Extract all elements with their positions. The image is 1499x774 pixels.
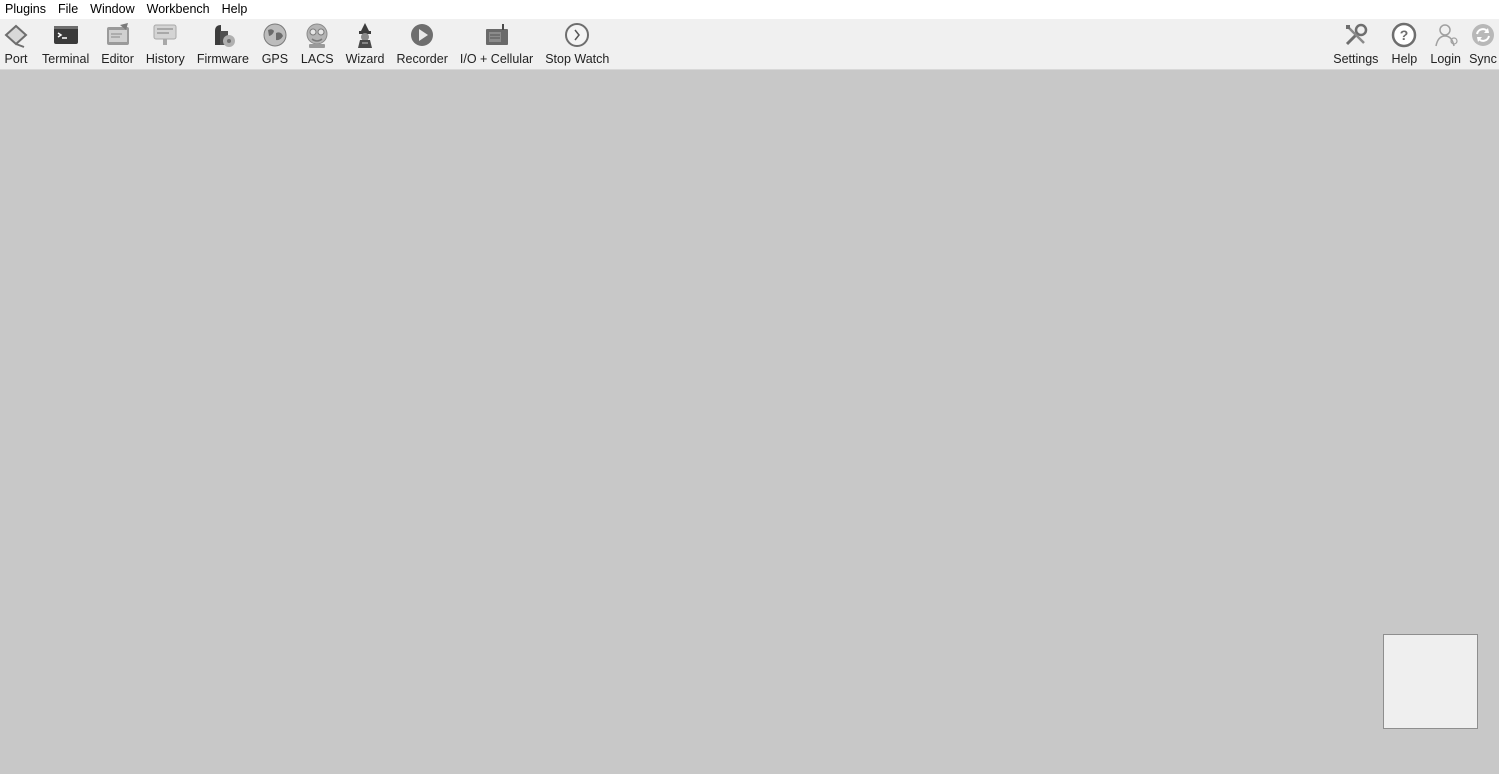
lacs-label: LACS (300, 52, 334, 66)
sync-icon (1469, 21, 1497, 49)
gps-label: GPS (261, 52, 289, 66)
history-icon (151, 21, 179, 49)
toolbar-left-group: Port Terminal Editor History Firmware GP… (0, 19, 615, 69)
terminal-button[interactable]: Terminal (36, 19, 95, 69)
help-icon: ? (1390, 21, 1418, 49)
lacs-icon (303, 21, 331, 49)
wizard-icon (351, 21, 379, 49)
login-label: Login (1430, 52, 1461, 66)
io-cellular-button[interactable]: I/O + Cellular (454, 19, 539, 69)
editor-button[interactable]: Editor (95, 19, 140, 69)
settings-label: Settings (1333, 52, 1379, 66)
recorder-label: Recorder (396, 52, 448, 66)
globe-icon (261, 21, 289, 49)
user-icon (1432, 21, 1460, 49)
menu-help[interactable]: Help (216, 0, 254, 19)
stop-watch-label: Stop Watch (545, 52, 610, 66)
menu-bar: Plugins File Window Workbench Help (0, 0, 1499, 19)
stop-watch-button[interactable]: Stop Watch (539, 19, 615, 69)
help-label: Help (1391, 52, 1418, 66)
stopwatch-icon (563, 21, 591, 49)
sync-label: Sync (1469, 52, 1497, 66)
toolbar: Port Terminal Editor History Firmware GP… (0, 19, 1499, 70)
history-button[interactable]: History (140, 19, 191, 69)
settings-icon (1342, 21, 1370, 49)
wizard-label: Wizard (345, 52, 385, 66)
settings-button[interactable]: Settings (1327, 19, 1384, 69)
workspace-area (0, 70, 1499, 774)
menu-workbench[interactable]: Workbench (141, 0, 216, 19)
io-cellular-icon (483, 21, 511, 49)
port-button[interactable]: Port (0, 19, 36, 69)
terminal-label: Terminal (42, 52, 90, 66)
editor-label: Editor (101, 52, 134, 66)
terminal-icon (52, 21, 80, 49)
lacs-button[interactable]: LACS (295, 19, 340, 69)
recorder-button[interactable]: Recorder (390, 19, 453, 69)
play-icon (408, 21, 436, 49)
history-label: History (145, 52, 185, 66)
help-button[interactable]: ? Help (1384, 19, 1424, 69)
firmware-label: Firmware (196, 52, 249, 66)
editor-icon (104, 21, 132, 49)
port-label: Port (4, 52, 28, 66)
toolbar-right-group: Settings ? Help Login Sync (1327, 19, 1499, 69)
gps-button[interactable]: GPS (255, 19, 295, 69)
wizard-button[interactable]: Wizard (340, 19, 391, 69)
svg-text:?: ? (1400, 27, 1409, 43)
menu-plugins[interactable]: Plugins (0, 0, 52, 19)
io-cellular-label: I/O + Cellular (459, 52, 534, 66)
menu-window[interactable]: Window (84, 0, 140, 19)
firmware-button[interactable]: Firmware (191, 19, 255, 69)
port-icon (2, 21, 30, 49)
login-button[interactable]: Login (1424, 19, 1467, 69)
firmware-icon (209, 21, 237, 49)
menu-file[interactable]: File (52, 0, 84, 19)
sync-button[interactable]: Sync (1467, 19, 1499, 69)
overview-panel[interactable] (1383, 634, 1478, 729)
